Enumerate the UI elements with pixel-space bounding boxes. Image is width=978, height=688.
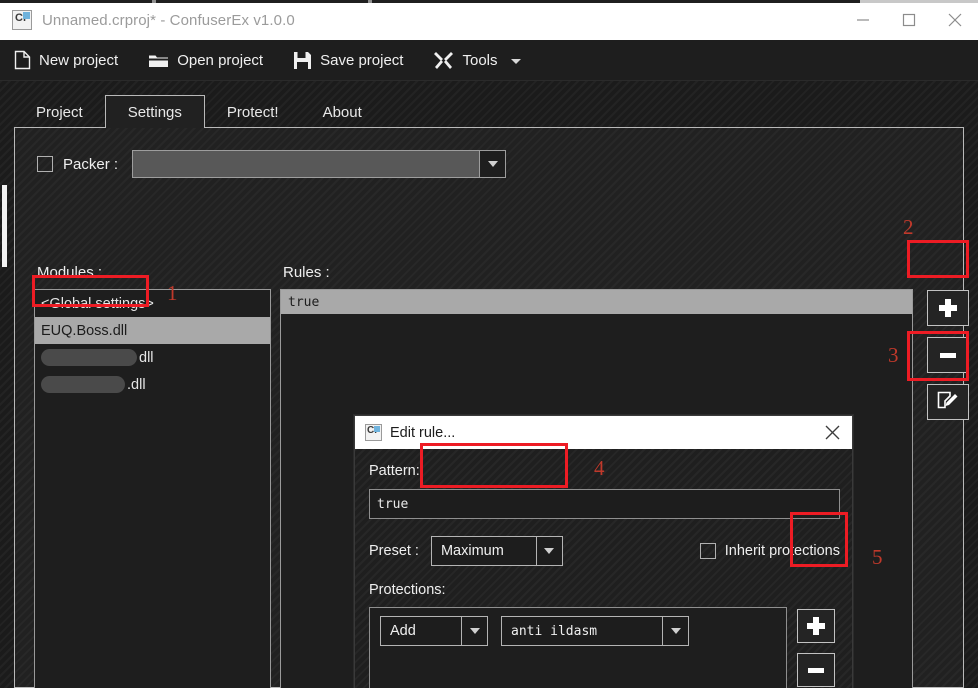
tab-settings-label: Settings xyxy=(127,103,182,121)
annotation-number-4: 4 xyxy=(594,456,605,480)
chevron-down-icon xyxy=(510,59,521,64)
pattern-label: Pattern: xyxy=(369,463,420,479)
dialog-body: Pattern: true Preset : Maximum Inherit p… xyxy=(355,449,852,688)
inherit-protections-row[interactable]: Inherit protections xyxy=(699,543,840,559)
tab-project-label: Project xyxy=(36,104,83,121)
tab-bar: Project Settings Protect! About xyxy=(14,95,964,128)
rule-row-true[interactable]: true xyxy=(281,290,912,314)
packer-row: Packer : xyxy=(37,150,507,178)
plus-icon xyxy=(807,617,825,635)
tools-wrench-icon xyxy=(433,50,454,70)
module-label: EUQ.Boss.dll xyxy=(41,322,128,339)
protection-action-dropdown[interactable]: Add xyxy=(380,616,488,646)
chevron-down-icon[interactable] xyxy=(461,617,487,645)
chevron-down-icon[interactable] xyxy=(479,151,506,177)
dialog-title-bar: Cr Edit rule... xyxy=(355,416,852,449)
new-project-label: New project xyxy=(39,51,119,69)
packer-checkbox[interactable] xyxy=(37,156,53,172)
tools-menu-button[interactable]: Tools xyxy=(431,45,522,75)
modules-list[interactable]: <Global settings> EUQ.Boss.dll dll .dll xyxy=(34,289,271,688)
main-toolbar: New project Open project Save project To… xyxy=(0,40,978,81)
floppy-disk-icon xyxy=(293,51,312,70)
annotation-number-1: 1 xyxy=(167,281,178,305)
packer-dropdown-value xyxy=(133,151,480,177)
maximize-button[interactable] xyxy=(886,0,932,40)
minus-icon xyxy=(940,352,956,358)
remove-rule-button[interactable] xyxy=(927,337,969,373)
protection-action-value: Add xyxy=(390,623,416,639)
confuserex-icon: Cr xyxy=(365,424,382,441)
annotation-number-3: 3 xyxy=(888,343,899,367)
inherit-protections-label: Inherit protections xyxy=(724,543,840,559)
tab-about-label: About xyxy=(322,104,362,121)
modules-label: Modules : xyxy=(37,264,103,281)
left-scrollbar[interactable] xyxy=(0,81,10,688)
tab-protect-label: Protect! xyxy=(226,104,279,121)
protection-name-dropdown[interactable]: anti ildasm xyxy=(501,616,689,646)
redacted-text-block xyxy=(41,349,137,366)
annotation-number-2: 2 xyxy=(903,215,914,239)
remove-protection-button[interactable] xyxy=(797,653,835,687)
new-project-button[interactable]: New project xyxy=(12,45,120,75)
protection-row: Add anti ildasm xyxy=(380,616,689,646)
new-document-icon xyxy=(14,50,31,70)
chevron-down-icon[interactable] xyxy=(662,617,688,645)
rule-label: true xyxy=(288,294,320,310)
minus-icon xyxy=(808,667,824,673)
plus-icon xyxy=(939,299,957,317)
preset-dropdown-value: Maximum xyxy=(440,543,504,559)
confuserex-window: Cr Unnamed.crproj* - ConfuserEx v1.0.0 N… xyxy=(0,0,978,688)
preset-dropdown[interactable]: Maximum xyxy=(430,536,563,566)
window-title: Unnamed.crproj* - ConfuserEx v1.0.0 xyxy=(42,11,295,29)
preset-row: Preset : Maximum Inherit protections xyxy=(369,534,840,568)
list-item[interactable]: dll xyxy=(35,344,270,371)
window-controls xyxy=(840,0,978,40)
chevron-down-icon[interactable] xyxy=(535,537,562,565)
tab-protect[interactable]: Protect! xyxy=(205,97,301,128)
protection-buttons xyxy=(797,609,835,687)
save-project-label: Save project xyxy=(320,51,404,69)
protections-label: Protections: xyxy=(369,582,446,598)
pattern-input[interactable]: true xyxy=(369,489,840,519)
window-body: Project Settings Protect! About Packer : xyxy=(0,81,978,688)
pattern-input-value: true xyxy=(377,496,409,512)
add-protection-button[interactable] xyxy=(797,609,835,643)
confuserex-icon: Cr xyxy=(12,10,32,30)
rule-buttons xyxy=(927,290,969,420)
close-icon[interactable] xyxy=(812,416,852,449)
edit-rule-button[interactable] xyxy=(927,384,969,420)
tab-settings[interactable]: Settings xyxy=(104,95,205,128)
minimize-button[interactable] xyxy=(840,0,886,40)
redacted-text-block xyxy=(41,376,125,393)
window-top-accent xyxy=(0,0,978,3)
tab-about[interactable]: About xyxy=(301,97,384,128)
module-label: .dll xyxy=(127,376,146,393)
rules-label: Rules : xyxy=(283,264,330,281)
list-item[interactable]: <Global settings> xyxy=(35,290,270,317)
dialog-title: Edit rule... xyxy=(390,424,456,441)
packer-dropdown[interactable] xyxy=(132,150,507,178)
edit-pencil-icon xyxy=(937,390,959,415)
add-rule-button[interactable] xyxy=(927,290,969,326)
preset-label: Preset : xyxy=(369,543,419,559)
protections-list[interactable]: Add anti ildasm xyxy=(369,607,787,688)
protection-name-value: anti ildasm xyxy=(511,623,598,639)
annotation-number-5: 5 xyxy=(872,545,883,569)
tab-project[interactable]: Project xyxy=(14,97,105,128)
save-project-button[interactable]: Save project xyxy=(291,45,405,75)
module-label: <Global settings> xyxy=(41,295,154,312)
left-scrollbar-thumb[interactable] xyxy=(2,185,7,267)
list-item[interactable]: .dll xyxy=(35,371,270,398)
inherit-protections-checkbox[interactable] xyxy=(699,543,716,559)
open-folder-icon xyxy=(148,51,169,69)
close-button[interactable] xyxy=(932,0,978,40)
window-title-bar: Cr Unnamed.crproj* - ConfuserEx v1.0.0 xyxy=(0,0,978,40)
module-euq-boss-dll[interactable]: EUQ.Boss.dll xyxy=(35,317,270,344)
open-project-button[interactable]: Open project xyxy=(146,45,265,75)
packer-label: Packer : xyxy=(63,155,119,173)
open-project-label: Open project xyxy=(177,51,264,69)
module-label: dll xyxy=(139,349,154,366)
tools-label: Tools xyxy=(462,51,498,69)
